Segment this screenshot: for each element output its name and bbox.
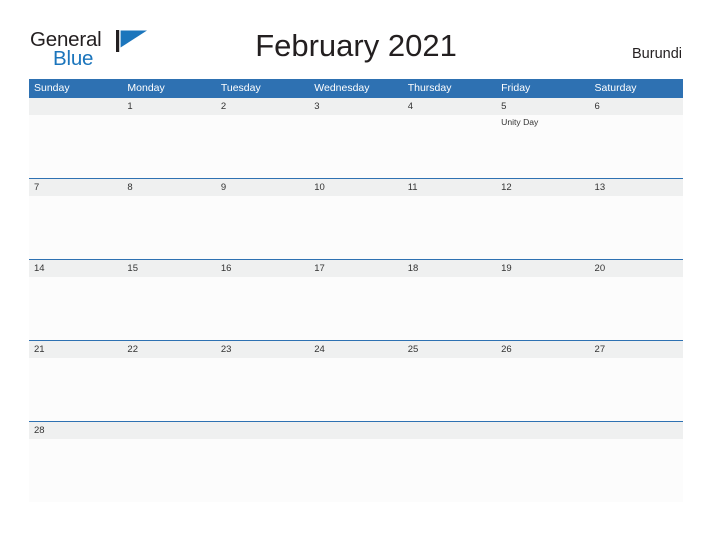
day-number[interactable]: 17 — [309, 260, 402, 277]
day-number[interactable]: 2 — [216, 98, 309, 115]
day-number[interactable]: 1 — [122, 98, 215, 115]
day-number[interactable]: 18 — [403, 260, 496, 277]
weekday-sunday: Sunday — [34, 82, 70, 94]
weekday-header-row: Sunday Monday Tuesday Wednesday Thursday… — [29, 79, 683, 97]
country-label: Burundi — [632, 46, 682, 62]
day-events[interactable] — [29, 196, 122, 259]
day-events[interactable] — [590, 196, 683, 259]
week-body — [29, 196, 683, 259]
day-number[interactable]: 27 — [590, 341, 683, 358]
day-number[interactable]: 14 — [29, 260, 122, 277]
day-number[interactable]: 20 — [590, 260, 683, 277]
day-number[interactable]: 19 — [496, 260, 589, 277]
day-number[interactable]: 26 — [496, 341, 589, 358]
page-header: General Blue February 2021 Burundi — [0, 0, 712, 78]
day-number[interactable]: 3 — [309, 98, 402, 115]
week-date-strip: 1 2 3 4 5 6 — [29, 98, 683, 115]
day-events[interactable] — [29, 358, 122, 421]
day-events[interactable] — [122, 196, 215, 259]
day-number[interactable] — [216, 422, 309, 439]
day-events[interactable] — [29, 115, 122, 178]
day-events[interactable] — [216, 439, 309, 502]
day-number[interactable]: 21 — [29, 341, 122, 358]
calendar-week-row: 14 15 16 17 18 19 20 — [29, 259, 683, 340]
day-events[interactable] — [403, 358, 496, 421]
week-body — [29, 358, 683, 421]
day-number[interactable]: 25 — [403, 341, 496, 358]
day-events[interactable] — [590, 115, 683, 178]
day-number[interactable] — [496, 422, 589, 439]
day-events[interactable] — [590, 277, 683, 340]
calendar-week-row: 21 22 23 24 25 26 27 — [29, 340, 683, 421]
day-number[interactable]: 8 — [122, 179, 215, 196]
calendar-page: General Blue February 2021 Burundi Sunda… — [0, 0, 712, 550]
week-date-strip: 21 22 23 24 25 26 27 — [29, 341, 683, 358]
day-events[interactable] — [496, 277, 589, 340]
day-number[interactable] — [29, 98, 122, 115]
day-events[interactable] — [309, 196, 402, 259]
day-number[interactable] — [122, 422, 215, 439]
calendar-grid: Sunday Monday Tuesday Wednesday Thursday… — [29, 79, 683, 502]
weekday-friday: Friday — [501, 82, 531, 94]
day-number[interactable] — [403, 422, 496, 439]
day-events[interactable] — [309, 115, 402, 178]
day-events[interactable] — [216, 277, 309, 340]
week-date-strip: 14 15 16 17 18 19 20 — [29, 260, 683, 277]
day-events[interactable] — [309, 277, 402, 340]
day-number[interactable]: 5 — [496, 98, 589, 115]
day-number[interactable]: 28 — [29, 422, 122, 439]
day-events[interactable] — [403, 277, 496, 340]
day-events[interactable] — [496, 196, 589, 259]
day-number[interactable]: 24 — [309, 341, 402, 358]
day-number[interactable]: 16 — [216, 260, 309, 277]
day-events[interactable] — [309, 358, 402, 421]
day-events[interactable] — [29, 277, 122, 340]
day-events[interactable] — [590, 439, 683, 502]
day-number[interactable]: 11 — [403, 179, 496, 196]
day-events[interactable] — [122, 439, 215, 502]
day-number[interactable]: 9 — [216, 179, 309, 196]
weekday-wednesday: Wednesday — [314, 82, 370, 94]
day-events[interactable] — [496, 358, 589, 421]
day-number[interactable]: 13 — [590, 179, 683, 196]
day-events[interactable] — [122, 115, 215, 178]
weekday-thursday: Thursday — [407, 82, 452, 94]
week-date-strip: 28 — [29, 422, 683, 439]
week-body: Unity Day — [29, 115, 683, 178]
event-label: Unity Day — [501, 117, 539, 127]
day-number[interactable]: 6 — [590, 98, 683, 115]
day-events[interactable] — [403, 439, 496, 502]
day-number[interactable]: 15 — [122, 260, 215, 277]
day-events[interactable] — [216, 358, 309, 421]
day-events[interactable] — [309, 439, 402, 502]
day-number[interactable]: 22 — [122, 341, 215, 358]
day-events[interactable] — [122, 277, 215, 340]
calendar-week-row: 28 — [29, 421, 683, 502]
weekday-monday: Monday — [127, 82, 165, 94]
day-number[interactable]: 10 — [309, 179, 402, 196]
day-number[interactable]: 23 — [216, 341, 309, 358]
day-events[interactable] — [122, 358, 215, 421]
day-number[interactable] — [590, 422, 683, 439]
day-events[interactable] — [216, 115, 309, 178]
week-body — [29, 439, 683, 502]
week-date-strip: 7 8 9 10 11 12 13 — [29, 179, 683, 196]
week-body — [29, 277, 683, 340]
day-events[interactable]: Unity Day — [496, 115, 589, 178]
day-events[interactable] — [403, 115, 496, 178]
page-title: February 2021 — [255, 28, 457, 63]
day-number[interactable] — [309, 422, 402, 439]
calendar-week-row: 1 2 3 4 5 6 Unity Day — [29, 97, 683, 178]
day-number[interactable]: 12 — [496, 179, 589, 196]
day-number[interactable]: 7 — [29, 179, 122, 196]
weekday-tuesday: Tuesday — [220, 82, 261, 94]
weekday-saturday: Saturday — [594, 82, 637, 94]
day-number[interactable]: 4 — [403, 98, 496, 115]
calendar-week-row: 7 8 9 10 11 12 13 — [29, 178, 683, 259]
day-events[interactable] — [403, 196, 496, 259]
day-events[interactable] — [590, 358, 683, 421]
day-events[interactable] — [496, 439, 589, 502]
day-events[interactable] — [29, 439, 122, 502]
day-events[interactable] — [216, 196, 309, 259]
